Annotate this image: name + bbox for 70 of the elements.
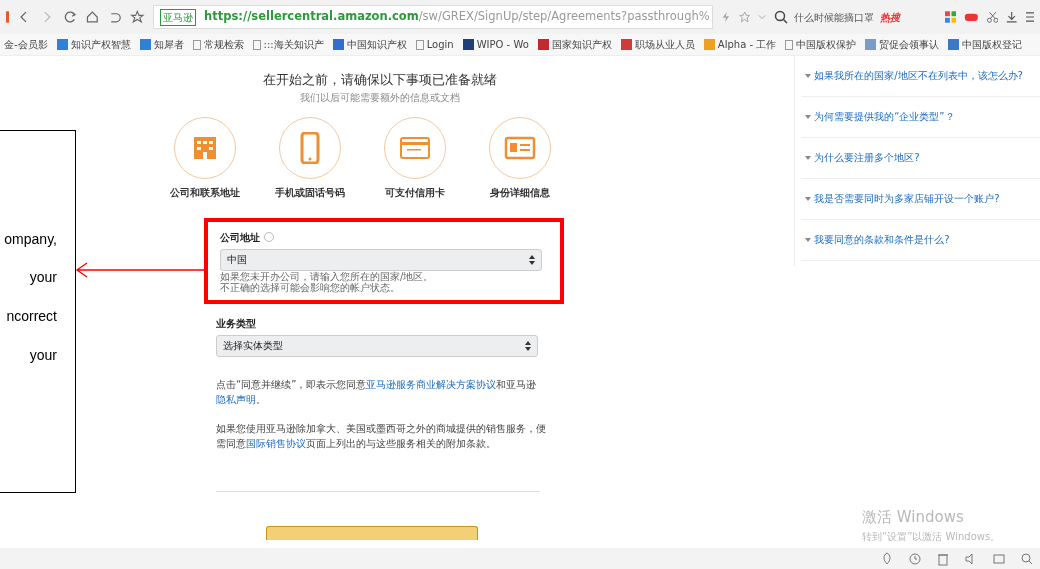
faq-link[interactable]: 为何需要提供我的“企业类型”？	[801, 97, 1040, 138]
callout-text: your	[29, 346, 57, 365]
field-hint: 如果您未开办公司，请输入您所在的国家/地区。	[220, 270, 435, 282]
bookmark[interactable]: 常规检索	[192, 37, 244, 52]
sort-caret-icon	[525, 340, 531, 351]
bookmark[interactable]: :::海关知识产	[252, 37, 324, 52]
search-text: 什么时候能摘口罩	[794, 10, 875, 25]
agreement-text: 如果您使用亚马逊除加拿大、美国或墨西哥之外的商城提供的销售服务，便需同意国际销售协议页面上列出的与这些服务相关的附加条款。	[216, 421, 546, 451]
activation-title: 激活 Windows	[862, 507, 965, 528]
menu-icon[interactable]	[1025, 10, 1034, 24]
requirement-label: 手机或固话号码	[274, 185, 345, 200]
continue-button[interactable]	[266, 525, 478, 540]
faq-link[interactable]: 我要同意的条款和条件是什么?	[801, 220, 1040, 261]
caret-icon	[805, 114, 811, 120]
scissors-icon[interactable]	[987, 10, 999, 24]
star-icon[interactable]	[130, 8, 146, 26]
search-icon	[774, 10, 789, 24]
callout-text: ncorrect	[6, 307, 57, 326]
faq-link[interactable]: 我是否需要同时为多家店铺开设一个账户?	[801, 179, 1040, 220]
agreement-text: 点击“同意并继续”，即表示您同意亚马逊服务商业解决方案协议和亚马逊 隐私声明。	[216, 377, 538, 407]
hot-search-label: 热搜	[880, 10, 901, 25]
requirement-label: 身份详细信息	[489, 185, 550, 200]
agreement-link[interactable]: 亚马逊服务商业解决方案协议	[366, 378, 497, 390]
bookmark[interactable]: WIPO - Wo	[462, 37, 529, 52]
home-icon[interactable]	[85, 8, 100, 26]
bookmark[interactable]: 职场从业人员	[620, 37, 695, 52]
address-bar[interactable]: 亚马逊 https://sellercentral.amazon.com/sw/GREX/SignUp/step/Agreements?passthrough%	[153, 5, 714, 29]
bookmark[interactable]: 金-会员影	[4, 37, 48, 52]
requirement-label: 公司和联系地址	[169, 185, 240, 200]
callout-text: ompany,	[4, 230, 57, 249]
search-field[interactable]: 什么时候能摘口罩 热搜	[774, 5, 938, 29]
faq-link[interactable]: 如果我所在的国家/地区不在列表中，该怎么办?	[801, 56, 1040, 97]
bookmark[interactable]: 中国知识产权	[332, 37, 407, 52]
bolt-icon[interactable]	[721, 10, 731, 24]
tab-marker-icon	[6, 10, 10, 24]
field-label: 业务类型	[216, 316, 256, 331]
field-hint: 不正确的选择可能会影响您的帐户状态。	[220, 282, 400, 294]
bookmark[interactable]: 知犀者	[139, 37, 184, 52]
reload-icon[interactable]	[62, 8, 78, 26]
bookmark[interactable]: Login	[415, 37, 454, 52]
site-badge: 亚马逊	[160, 8, 197, 26]
bookmark[interactable]: Alpha - 工作	[703, 37, 777, 52]
page-heading: 在开始之前，请确保以下事项已准备就绪	[262, 71, 498, 89]
bookmark[interactable]: 中国版权登记	[948, 37, 1023, 52]
agreement-link[interactable]: 国际销售协议	[246, 437, 306, 449]
faq-link[interactable]: 为什么要注册多个地区?	[801, 138, 1040, 179]
window-icon[interactable]	[992, 551, 1006, 566]
select-field[interactable]: 中国	[220, 248, 542, 271]
page-subheading: 我们以后可能需要额外的信息或文档	[299, 90, 461, 105]
sort-caret-icon	[529, 254, 535, 265]
bookmark[interactable]: 中国版权保护	[785, 37, 857, 52]
caret-icon	[805, 155, 811, 161]
trash-icon[interactable]	[936, 551, 950, 566]
bookmark[interactable]: 贸促会领事认	[865, 37, 940, 52]
select-field[interactable]: 选择实体类型	[216, 334, 538, 357]
caret-icon	[805, 237, 811, 243]
url-text: https://sellercentral.amazon.com/sw/GREX/SignUp/step/Agreements?passthrough%	[204, 8, 710, 26]
bookmark[interactable]: 知识产权智慧	[56, 37, 131, 52]
bookmark[interactable]: 国家知识产权	[537, 37, 612, 52]
agreement-link[interactable]: 隐私声明	[216, 393, 256, 405]
search-icon[interactable]	[1020, 551, 1034, 566]
caret-icon	[805, 196, 811, 202]
field-label: 公司地址	[220, 230, 260, 245]
callout-text: your	[29, 268, 57, 287]
caret-icon	[805, 73, 811, 79]
requirement-label: 可支付信用卡	[384, 185, 445, 200]
apps-icon[interactable]	[945, 10, 957, 24]
download-icon[interactable]	[1006, 10, 1018, 24]
clock-icon[interactable]	[908, 551, 922, 566]
bookmark-star-icon[interactable]	[738, 10, 751, 24]
